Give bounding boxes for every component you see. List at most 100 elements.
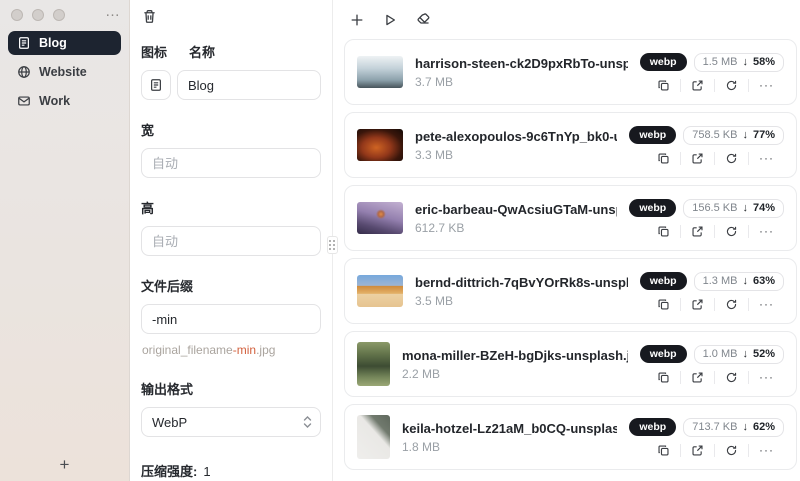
down-arrow-icon: ↓ xyxy=(742,129,748,141)
file-thumbnail xyxy=(357,129,403,161)
open-external-button[interactable] xyxy=(681,298,714,311)
down-arrow-icon: ↓ xyxy=(742,348,748,360)
output-format-select[interactable]: WebP xyxy=(141,407,321,437)
more-actions-button[interactable]: ··· xyxy=(749,371,784,383)
add-icon xyxy=(351,14,363,25)
format-badge: webp xyxy=(629,199,677,217)
file-original-size: 612.7 KB xyxy=(415,220,465,235)
clear-list-button[interactable] xyxy=(414,10,433,29)
width-input[interactable] xyxy=(141,148,321,178)
refresh-icon xyxy=(726,153,737,163)
copy-button[interactable] xyxy=(647,371,680,384)
settings-panel: 图标 名称 宽 高 文件后缀 original_filename-min.jpg… xyxy=(130,0,333,481)
sidebar: … Blog Website Work + xyxy=(0,0,130,481)
project-icon-picker[interactable] xyxy=(141,70,171,100)
more-actions-button[interactable]: ··· xyxy=(749,444,784,456)
open-external-icon xyxy=(692,371,703,383)
icon-field-label: 图标 xyxy=(141,45,168,60)
globe-icon xyxy=(18,66,30,78)
refresh-button[interactable] xyxy=(715,444,748,457)
refresh-button[interactable] xyxy=(715,79,748,92)
open-external-icon xyxy=(692,298,703,310)
document-icon xyxy=(151,79,161,91)
open-external-button[interactable] xyxy=(681,225,714,238)
file-row[interactable]: eric-barbeau-QwAcsiuGTaM-unsplash.jpg 61… xyxy=(344,185,797,251)
file-row[interactable]: pete-alexopoulos-9c6TnYp_bk0-unsplas... … xyxy=(344,112,797,178)
refresh-button[interactable] xyxy=(715,371,748,384)
add-files-button[interactable] xyxy=(348,11,366,29)
sidebar-more-button[interactable]: … xyxy=(105,4,121,19)
delete-project-button[interactable] xyxy=(142,9,157,24)
copy-icon xyxy=(658,152,669,164)
format-badge: webp xyxy=(639,272,687,290)
format-badge: webp xyxy=(629,126,677,144)
reduction-percent: 62% xyxy=(752,421,775,433)
close-window-button[interactable] xyxy=(11,9,23,21)
file-thumbnail xyxy=(357,275,403,307)
strength-value: 1 xyxy=(203,464,211,479)
more-actions-button[interactable]: ··· xyxy=(749,225,784,237)
run-icon xyxy=(386,14,396,25)
file-original-size: 2.2 MB xyxy=(402,366,441,381)
refresh-icon xyxy=(726,445,737,455)
copy-button[interactable] xyxy=(647,444,680,457)
project-name-input[interactable] xyxy=(177,70,321,100)
file-row[interactable]: keila-hotzel-Lz21aM_b0CQ-unsplash.jpg 1.… xyxy=(344,404,797,470)
run-compression-button[interactable] xyxy=(381,11,399,29)
height-field-label: 高 xyxy=(141,201,155,216)
strength-label: 压缩强度: xyxy=(141,464,198,479)
sidebar-item-work[interactable]: Work xyxy=(8,89,121,113)
refresh-icon xyxy=(726,299,737,309)
reduction-percent: 74% xyxy=(752,202,775,214)
minimize-window-button[interactable] xyxy=(32,9,44,21)
suffix-input[interactable] xyxy=(141,304,321,334)
add-project-button[interactable]: + xyxy=(52,453,78,477)
file-thumbnail xyxy=(357,56,403,88)
file-actions: ··· xyxy=(647,224,784,238)
file-actions: ··· xyxy=(647,370,784,384)
copy-button[interactable] xyxy=(647,225,680,238)
more-actions-button[interactable]: ··· xyxy=(749,79,784,91)
sidebar-item-label: Blog xyxy=(39,36,67,50)
file-list-panel: harrison-steen-ck2D9pxRbTo-unsplash.jpg … xyxy=(333,0,800,481)
open-external-button[interactable] xyxy=(681,444,714,457)
file-row[interactable]: mona-miller-BZeH-bgDjks-unsplash.jpg 2.2… xyxy=(344,331,797,397)
app-window: … Blog Website Work + 图标 名称 Blog 宽 自动 高 … xyxy=(0,0,800,481)
copy-button[interactable] xyxy=(647,298,680,311)
file-actions: ··· xyxy=(647,151,784,165)
output-size: 713.7 KB xyxy=(692,421,738,433)
height-input[interactable] xyxy=(141,226,321,256)
more-actions-button[interactable]: ··· xyxy=(749,298,784,310)
refresh-button[interactable] xyxy=(715,152,748,165)
down-arrow-icon: ↓ xyxy=(742,421,748,433)
refresh-button[interactable] xyxy=(715,298,748,311)
panel-resize-handle[interactable] xyxy=(327,236,338,254)
down-arrow-icon: ↓ xyxy=(742,56,748,68)
width-field-label: 宽 xyxy=(141,123,155,138)
open-external-button[interactable] xyxy=(681,79,714,92)
more-actions-button[interactable]: ··· xyxy=(749,152,784,164)
file-name: harrison-steen-ck2D9pxRbTo-unsplash.jpg xyxy=(415,55,628,71)
file-original-size: 3.5 MB xyxy=(415,293,454,308)
output-size: 1.0 MB xyxy=(702,348,738,360)
open-external-button[interactable] xyxy=(681,371,714,384)
copy-button[interactable] xyxy=(647,152,680,165)
file-row[interactable]: bernd-dittrich-7qBvYOrRk8s-unsplash.jpg … xyxy=(344,258,797,324)
down-arrow-icon: ↓ xyxy=(742,275,748,287)
suffix-field-label: 文件后缀 xyxy=(141,279,194,294)
output-size: 1.5 MB xyxy=(702,56,738,68)
sidebar-item-blog[interactable]: Blog xyxy=(8,31,121,55)
trash-icon xyxy=(144,10,155,23)
output-size: 156.5 KB xyxy=(692,202,738,214)
open-external-button[interactable] xyxy=(681,152,714,165)
zoom-window-button[interactable] xyxy=(53,9,65,21)
suffix-highlight: -min xyxy=(232,343,257,357)
copy-button[interactable] xyxy=(647,79,680,92)
copy-icon xyxy=(658,371,669,383)
file-row[interactable]: harrison-steen-ck2D9pxRbTo-unsplash.jpg … xyxy=(344,39,797,105)
result-size-pill: 1.3 MB ↓ 63% xyxy=(693,271,784,291)
sidebar-item-website[interactable]: Website xyxy=(8,60,121,84)
refresh-button[interactable] xyxy=(715,225,748,238)
file-cards: harrison-steen-ck2D9pxRbTo-unsplash.jpg … xyxy=(344,39,797,470)
file-thumbnail xyxy=(357,202,403,234)
